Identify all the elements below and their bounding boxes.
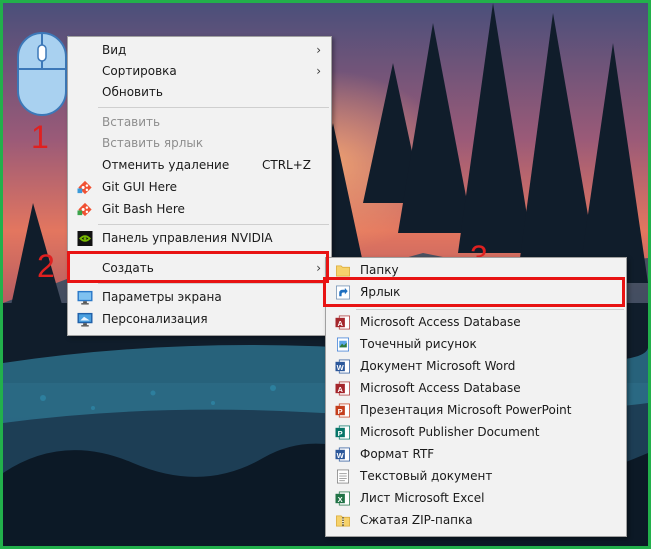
- svg-text:P: P: [338, 407, 343, 416]
- menu-item-sort[interactable]: Сортировка ›: [68, 61, 331, 82]
- menu-item-git-gui[interactable]: Git GUI Here: [68, 177, 331, 198]
- chevron-right-icon: ›: [316, 43, 321, 57]
- highlight-shortcut-item: [323, 277, 625, 307]
- menu-item-label: Персонализация: [102, 312, 208, 326]
- rtf-icon: W: [335, 447, 350, 462]
- svg-text:X: X: [338, 495, 343, 504]
- nvidia-icon: [77, 231, 93, 246]
- excel-icon: X: [335, 491, 350, 506]
- step-number-1: 1: [31, 119, 49, 155]
- menu-item-label: Обновить: [102, 85, 163, 99]
- menu-item-display-settings[interactable]: Параметры экрана: [68, 287, 331, 308]
- menu-separator: [98, 283, 329, 284]
- step-number-2: 2: [37, 248, 55, 284]
- menu-item-nvidia-panel[interactable]: Панель управления NVIDIA: [68, 228, 331, 249]
- submenu-item-access-database[interactable]: A Microsoft Access Database: [326, 312, 626, 333]
- menu-item-view[interactable]: Вид ›: [68, 40, 331, 61]
- menu-item-label: Параметры экрана: [102, 290, 222, 304]
- menu-item-paste-shortcut: Вставить ярлык: [68, 133, 331, 154]
- menu-item-label: Git Bash Here: [102, 202, 185, 216]
- svg-text:A: A: [337, 319, 343, 328]
- zip-folder-icon: [336, 515, 350, 527]
- screenshot-frame: 1 2 3 Вид › Сортировка › Обновить Встави…: [0, 0, 651, 549]
- menu-item-undo-delete[interactable]: Отменить удаление CTRL+Z: [68, 155, 331, 176]
- menu-item-label: Сортировка: [102, 64, 177, 78]
- menu-separator: [98, 224, 329, 225]
- shortcut-label: CTRL+Z: [261, 158, 311, 172]
- submenu-item-zip-folder[interactable]: Сжатая ZIP-папка: [326, 510, 626, 531]
- submenu-item-label: Документ Microsoft Word: [360, 359, 516, 373]
- submenu-item-text-document[interactable]: Текстовый документ: [326, 466, 626, 487]
- menu-item-git-bash[interactable]: Git Bash Here: [68, 199, 331, 220]
- menu-separator: [98, 107, 329, 108]
- menu-item-label: Вид: [102, 43, 127, 57]
- submenu-item-label: Точечный рисунок: [360, 337, 477, 351]
- submenu-item-label: Microsoft Publisher Document: [360, 425, 540, 439]
- submenu-item-rtf[interactable]: W Формат RTF: [326, 444, 626, 465]
- menu-separator: [356, 309, 624, 310]
- submenu-item-label: Лист Microsoft Excel: [360, 491, 485, 505]
- display-settings-icon: [77, 290, 93, 305]
- desktop-context-menu: Вид › Сортировка › Обновить Вставить Вст…: [67, 36, 332, 336]
- menu-item-paste: Вставить: [68, 112, 331, 133]
- menu-item-personalization[interactable]: Персонализация: [68, 309, 331, 330]
- text-document-icon: [337, 469, 349, 484]
- submenu-item-label: Текстовый документ: [360, 469, 493, 483]
- chevron-right-icon: ›: [316, 64, 321, 78]
- menu-item-label: Git GUI Here: [102, 180, 178, 194]
- access-icon: A: [335, 381, 350, 396]
- publisher-icon: P: [335, 425, 350, 440]
- bitmap-icon: [337, 337, 349, 352]
- word-icon: W: [335, 359, 350, 374]
- git-icon: [77, 180, 92, 195]
- menu-item-label: Вставить: [102, 115, 161, 129]
- submenu-item-powerpoint[interactable]: P Презентация Microsoft PowerPoint: [326, 400, 626, 421]
- submenu-item-label: Презентация Microsoft PowerPoint: [360, 403, 572, 417]
- submenu-item-label: Сжатая ZIP-папка: [360, 513, 473, 527]
- submenu-item-label: Формат RTF: [360, 447, 435, 461]
- menu-item-label: Вставить ярлык: [102, 136, 204, 150]
- menu-item-refresh[interactable]: Обновить: [68, 82, 331, 103]
- personalization-icon: [77, 312, 93, 327]
- svg-text:W: W: [337, 451, 345, 460]
- svg-text:P: P: [338, 429, 343, 438]
- svg-text:W: W: [337, 363, 345, 372]
- submenu-item-label: Microsoft Access Database: [360, 315, 521, 329]
- submenu-item-bitmap[interactable]: Точечный рисунок: [326, 334, 626, 355]
- submenu-item-publisher[interactable]: P Microsoft Publisher Document: [326, 422, 626, 443]
- powerpoint-icon: P: [335, 403, 350, 418]
- menu-item-label: Панель управления NVIDIA: [102, 231, 273, 245]
- menu-item-label: Отменить удаление: [102, 158, 230, 172]
- highlight-create-item: [67, 251, 329, 283]
- access-icon: A: [335, 315, 350, 330]
- submenu-item-word-document[interactable]: W Документ Microsoft Word: [326, 356, 626, 377]
- svg-text:A: A: [337, 385, 343, 394]
- folder-icon: [336, 265, 350, 277]
- git-icon: [77, 202, 92, 217]
- submenu-item-access-database-2[interactable]: A Microsoft Access Database: [326, 378, 626, 399]
- submenu-item-excel[interactable]: X Лист Microsoft Excel: [326, 488, 626, 509]
- submenu-item-label: Microsoft Access Database: [360, 381, 521, 395]
